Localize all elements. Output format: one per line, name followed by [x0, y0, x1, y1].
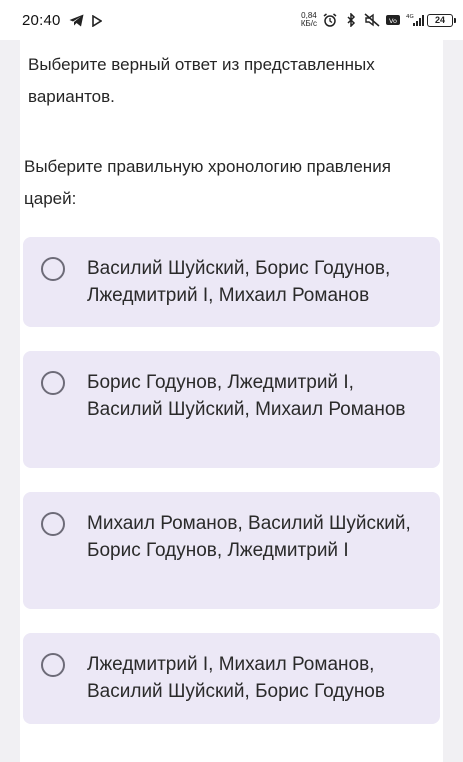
network-speed: 0,84 КБ/с [301, 12, 317, 28]
answer-option-label: Лжедмитрий I, Михаил Романов, Василий Шу… [87, 654, 385, 702]
network-speed-unit: КБ/с [300, 19, 317, 28]
answer-option-label: Василий Шуйский, Борис Годунов, Лжедмитр… [87, 258, 391, 306]
radio-button[interactable] [41, 512, 65, 536]
quiz-content: Выберите верный ответ из представленных … [0, 40, 463, 762]
answer-option-2[interactable]: Борис Годунов, Лжедмитрий I, Василий Шуй… [23, 351, 440, 468]
status-icons: 0,84 КБ/с Vo 4G 24 [301, 12, 456, 28]
battery-level: 24 [434, 15, 445, 25]
signal-icon: 4G [406, 13, 424, 27]
status-time: 20:40 [22, 11, 61, 29]
play-store-icon [91, 14, 103, 28]
telegram-icon [69, 14, 84, 27]
right-decorative-strip [443, 40, 463, 762]
svg-text:Vo: Vo [389, 17, 397, 25]
radio-button[interactable] [41, 257, 65, 281]
alarm-icon [322, 13, 338, 27]
volte-icon: Vo [385, 13, 401, 27]
battery-indicator: 24 [427, 13, 456, 27]
quiz-instruction: Выберите верный ответ из представленных … [28, 55, 375, 106]
answer-option-4[interactable]: Лжедмитрий I, Михаил Романов, Василий Шу… [23, 633, 440, 724]
bluetooth-icon [343, 12, 359, 28]
radio-button[interactable] [41, 371, 65, 395]
answer-option-3[interactable]: Михаил Романов, Василий Шуйский, Борис Г… [23, 492, 440, 609]
answer-option-label: Михаил Романов, Василий Шуйский, Борис Г… [87, 513, 411, 561]
answer-option-1[interactable]: Василий Шуйский, Борис Годунов, Лжедмитр… [23, 237, 440, 327]
mute-icon [364, 13, 380, 27]
answer-option-label: Борис Годунов, Лжедмитрий I, Василий Шуй… [87, 372, 406, 420]
status-bar: 20:40 0,84 КБ/с Vo 4G 24 [0, 0, 463, 40]
left-decorative-strip [0, 40, 20, 762]
network-type-label: 4G [406, 14, 414, 20]
radio-button[interactable] [41, 653, 65, 677]
question-text: Выберите правильную хронологию правления… [24, 157, 391, 208]
